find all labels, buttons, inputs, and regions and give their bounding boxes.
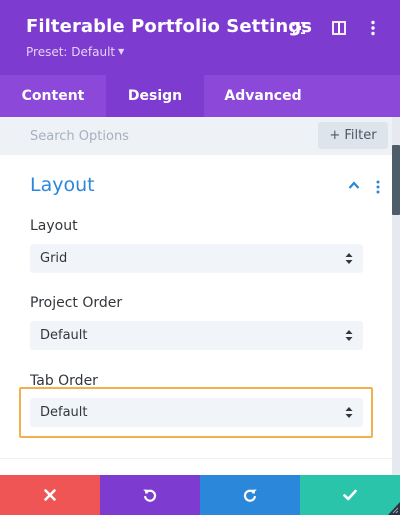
modal-title: Filterable Portfolio Settings <box>26 16 313 37</box>
section-title[interactable]: Layout <box>30 174 95 196</box>
project-order-select[interactable]: Default <box>30 321 363 350</box>
scrollbar-thumb[interactable] <box>392 145 400 215</box>
discard-button[interactable] <box>0 475 100 515</box>
project-order-select-value: Default <box>40 328 88 343</box>
caret-down-icon: ▼ <box>118 47 125 56</box>
redo-button[interactable] <box>200 475 300 515</box>
modal-footer <box>0 475 400 515</box>
search-input[interactable] <box>20 122 300 150</box>
resize-handle-icon[interactable] <box>388 502 400 515</box>
section-divider <box>0 458 392 459</box>
search-bar: + Filter <box>0 117 392 155</box>
select-arrows-icon <box>345 330 353 341</box>
layout-select-value: Grid <box>40 251 68 266</box>
tab-content[interactable]: Content <box>0 75 106 117</box>
tab-design[interactable]: Design <box>106 75 204 117</box>
tab-advanced[interactable]: Advanced <box>204 75 322 117</box>
layout-select[interactable]: Grid <box>30 244 363 273</box>
undo-icon <box>143 489 157 502</box>
more-vertical-icon[interactable] <box>364 19 382 37</box>
expand-icon[interactable] <box>290 19 308 37</box>
close-icon <box>44 489 56 501</box>
modal-header: Filterable Portfolio Settings Preset: De… <box>0 0 400 75</box>
redo-icon <box>243 489 257 502</box>
select-arrows-icon <box>345 253 353 264</box>
layout-label: Layout <box>30 218 78 234</box>
chevron-up-icon[interactable] <box>348 180 360 190</box>
save-button[interactable] <box>300 475 400 515</box>
section-more-icon[interactable] <box>372 180 384 194</box>
project-order-label: Project Order <box>30 295 123 311</box>
sidebar-layout-icon[interactable] <box>330 19 348 37</box>
filter-button[interactable]: + Filter <box>318 122 388 149</box>
preset-label: Preset: Default <box>26 45 116 59</box>
undo-button[interactable] <box>100 475 200 515</box>
checkmark-icon <box>343 489 357 501</box>
tab-order-highlight <box>19 387 373 438</box>
settings-tabs: Content Design Advanced <box>0 75 400 117</box>
preset-selector[interactable]: Preset: Default ▼ <box>26 45 124 59</box>
